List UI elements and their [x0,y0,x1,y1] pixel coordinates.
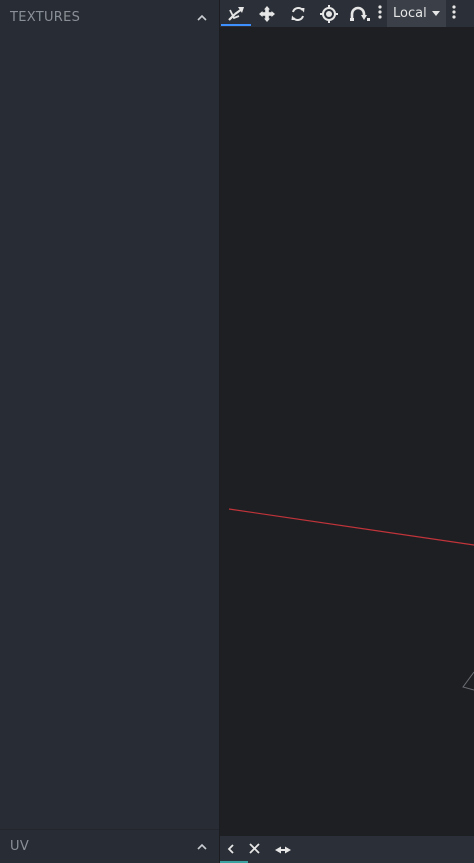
transform-toolbar: Local [220,0,474,27]
transform-space-value: Local [393,6,427,21]
left-panel: TEXTURES UV [0,0,219,863]
chevron-up-icon[interactable] [195,840,209,854]
transform-space-select[interactable]: Local [387,0,446,27]
pivot-tool-icon [226,5,246,23]
rotate-tool-button[interactable] [282,0,313,27]
vertex-snap-button[interactable] [344,0,375,27]
caret-down-icon [431,11,440,16]
vertex-snap-icon [349,5,371,23]
textures-panel-title: TEXTURES [10,9,81,25]
app-window: TEXTURES UV Local [0,0,474,863]
pivot-tool-button[interactable] [220,0,251,27]
diamond-arrows-icon [273,840,293,859]
gizmo-edge [462,671,474,691]
more-options-button[interactable] [375,0,385,27]
close-icon [248,840,261,859]
pivot-point-button[interactable] [313,0,344,27]
vertical-dots-icon [378,4,382,23]
move-tool-icon [258,5,276,23]
chevron-left-icon [227,840,235,859]
pan-mode-button[interactable] [266,836,300,863]
vertical-dots-icon [452,4,456,23]
3d-viewport[interactable] [220,27,474,836]
rotate-tool-icon [289,5,307,23]
textures-panel-header[interactable]: TEXTURES [0,0,219,34]
uv-panel-title: UV [10,839,30,854]
viewport-canvas [228,508,474,691]
uv-panel-header[interactable]: UV [0,829,219,863]
viewport-bottom-bar [220,836,474,863]
chevron-up-icon[interactable] [195,10,209,24]
more-options-button-2[interactable] [446,0,462,27]
move-tool-button[interactable] [251,0,282,27]
pivot-point-icon [319,4,339,24]
x-axis-line [228,508,474,546]
close-button[interactable] [242,836,266,863]
back-button[interactable] [220,836,242,863]
